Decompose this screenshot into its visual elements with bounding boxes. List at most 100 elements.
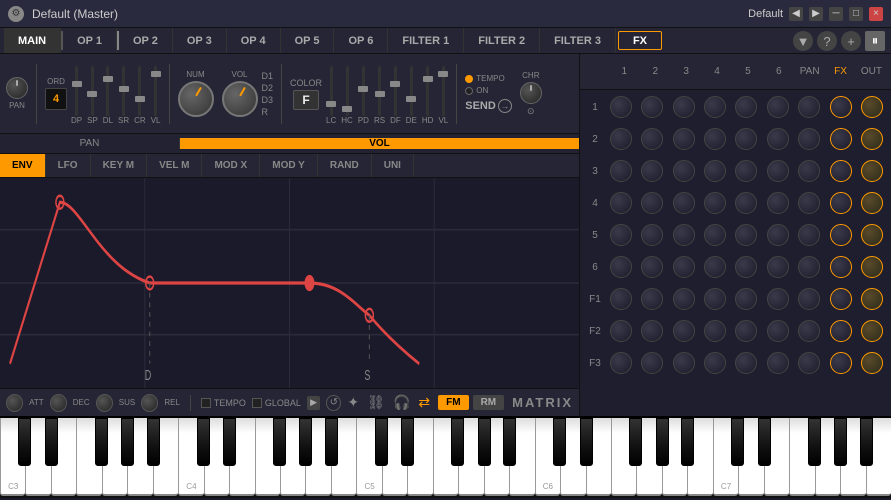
knob-f3-pan[interactable] [798, 352, 820, 374]
pause-btn[interactable]: ⏸ [865, 31, 885, 51]
knob-f3-fx[interactable] [830, 352, 852, 374]
sus-knob[interactable] [96, 394, 113, 412]
tempo-checkbox[interactable]: TEMPO [201, 398, 246, 408]
key-as7[interactable] [860, 418, 873, 466]
knob-f3-2[interactable] [641, 352, 663, 374]
knob-1-4[interactable] [704, 96, 726, 118]
knob-5-2[interactable] [641, 224, 663, 246]
knob-f2-6[interactable] [767, 320, 789, 342]
de-slider[interactable] [410, 66, 413, 116]
knob-f2-fx[interactable] [830, 320, 852, 342]
tab-op3[interactable]: OP 3 [173, 28, 227, 53]
knob-6-5[interactable] [735, 256, 757, 278]
tab-op4[interactable]: OP 4 [227, 28, 281, 53]
knob-f2-pan[interactable] [798, 320, 820, 342]
dl-slider[interactable] [106, 66, 109, 116]
knob-f3-out[interactable] [861, 352, 883, 374]
key-as5[interactable] [503, 418, 516, 466]
knob-4-1[interactable] [610, 192, 632, 214]
knob-f3-4[interactable] [704, 352, 726, 374]
rs-slider[interactable] [378, 66, 381, 116]
link-icon[interactable]: ⛓ [367, 394, 385, 411]
key-ds3[interactable] [45, 418, 58, 466]
lc-slider[interactable] [330, 66, 333, 116]
mod-tab-uni[interactable]: UNI [372, 154, 414, 177]
knob-3-fx[interactable] [830, 160, 852, 182]
knob-1-6[interactable] [767, 96, 789, 118]
knob-1-3[interactable] [673, 96, 695, 118]
knob-1-out[interactable] [861, 96, 883, 118]
key-gs7[interactable] [834, 418, 847, 466]
knob-f3-1[interactable] [610, 352, 632, 374]
knob-5-1[interactable] [610, 224, 632, 246]
knob-f2-1[interactable] [610, 320, 632, 342]
knob-2-1[interactable] [610, 128, 632, 150]
key-gs5[interactable] [478, 418, 491, 466]
mod-tab-keym[interactable]: KEY M [91, 154, 148, 177]
key-fs7[interactable] [808, 418, 821, 466]
dp-slider[interactable] [75, 66, 78, 116]
knob-6-1[interactable] [610, 256, 632, 278]
knob-4-4[interactable] [704, 192, 726, 214]
key-as4[interactable] [325, 418, 338, 466]
knob-6-fx[interactable] [830, 256, 852, 278]
knob-3-pan[interactable] [798, 160, 820, 182]
settings-icon[interactable]: + [841, 31, 861, 51]
knob-f1-1[interactable] [610, 288, 632, 310]
key-as6[interactable] [681, 418, 694, 466]
send-arrow-icon[interactable]: → [498, 99, 512, 113]
knob-f2-3[interactable] [673, 320, 695, 342]
key-cs4[interactable] [197, 418, 210, 466]
ord-display[interactable]: 4 [45, 88, 67, 110]
knob-f1-4[interactable] [704, 288, 726, 310]
sp-slider[interactable] [91, 66, 94, 116]
vl2-slider[interactable] [442, 66, 445, 116]
global-checkbox[interactable]: GLOBAL [252, 398, 301, 408]
knob-5-out[interactable] [861, 224, 883, 246]
cr-slider[interactable] [138, 66, 141, 116]
knob-3-6[interactable] [767, 160, 789, 182]
knob-f1-fx[interactable] [830, 288, 852, 310]
knob-3-3[interactable] [673, 160, 695, 182]
key-cs5[interactable] [375, 418, 388, 466]
num-knob[interactable] [178, 81, 214, 117]
knob-6-2[interactable] [641, 256, 663, 278]
color-value[interactable]: F [293, 90, 319, 110]
knob-4-5[interactable] [735, 192, 757, 214]
key-gs4[interactable] [299, 418, 312, 466]
knob-3-4[interactable] [704, 160, 726, 182]
knob-1-5[interactable] [735, 96, 757, 118]
knob-f2-4[interactable] [704, 320, 726, 342]
knob-6-3[interactable] [673, 256, 695, 278]
vl-slider[interactable] [154, 66, 157, 116]
knob-6-6[interactable] [767, 256, 789, 278]
knob-2-out[interactable] [861, 128, 883, 150]
sr-slider[interactable] [122, 66, 125, 116]
tab-op2[interactable]: OP 2 [119, 28, 173, 53]
mod-tab-lfo[interactable]: LFO [46, 154, 91, 177]
knob-1-fx[interactable] [830, 96, 852, 118]
knob-5-fx[interactable] [830, 224, 852, 246]
tab-fx[interactable]: FX [618, 31, 662, 50]
knob-3-5[interactable] [735, 160, 757, 182]
rm-btn[interactable]: RM [473, 395, 505, 410]
key-gs3[interactable] [121, 418, 134, 466]
key-fs4[interactable] [273, 418, 286, 466]
knob-2-pan[interactable] [798, 128, 820, 150]
close-btn[interactable]: × [869, 7, 883, 21]
tab-op1[interactable]: OP 1 [63, 28, 117, 53]
knob-f1-pan[interactable] [798, 288, 820, 310]
att-knob[interactable] [6, 394, 23, 412]
key-fs6[interactable] [629, 418, 642, 466]
knob-1-1[interactable] [610, 96, 632, 118]
swap-icon[interactable]: ⇄ [418, 394, 430, 411]
knob-2-5[interactable] [735, 128, 757, 150]
knob-2-3[interactable] [673, 128, 695, 150]
knob-4-out[interactable] [861, 192, 883, 214]
knob-f2-2[interactable] [641, 320, 663, 342]
key-ds6[interactable] [580, 418, 593, 466]
knob-f2-out[interactable] [861, 320, 883, 342]
mod-tab-rand[interactable]: RAND [318, 154, 372, 177]
knob-f1-2[interactable] [641, 288, 663, 310]
knob-4-fx[interactable] [830, 192, 852, 214]
